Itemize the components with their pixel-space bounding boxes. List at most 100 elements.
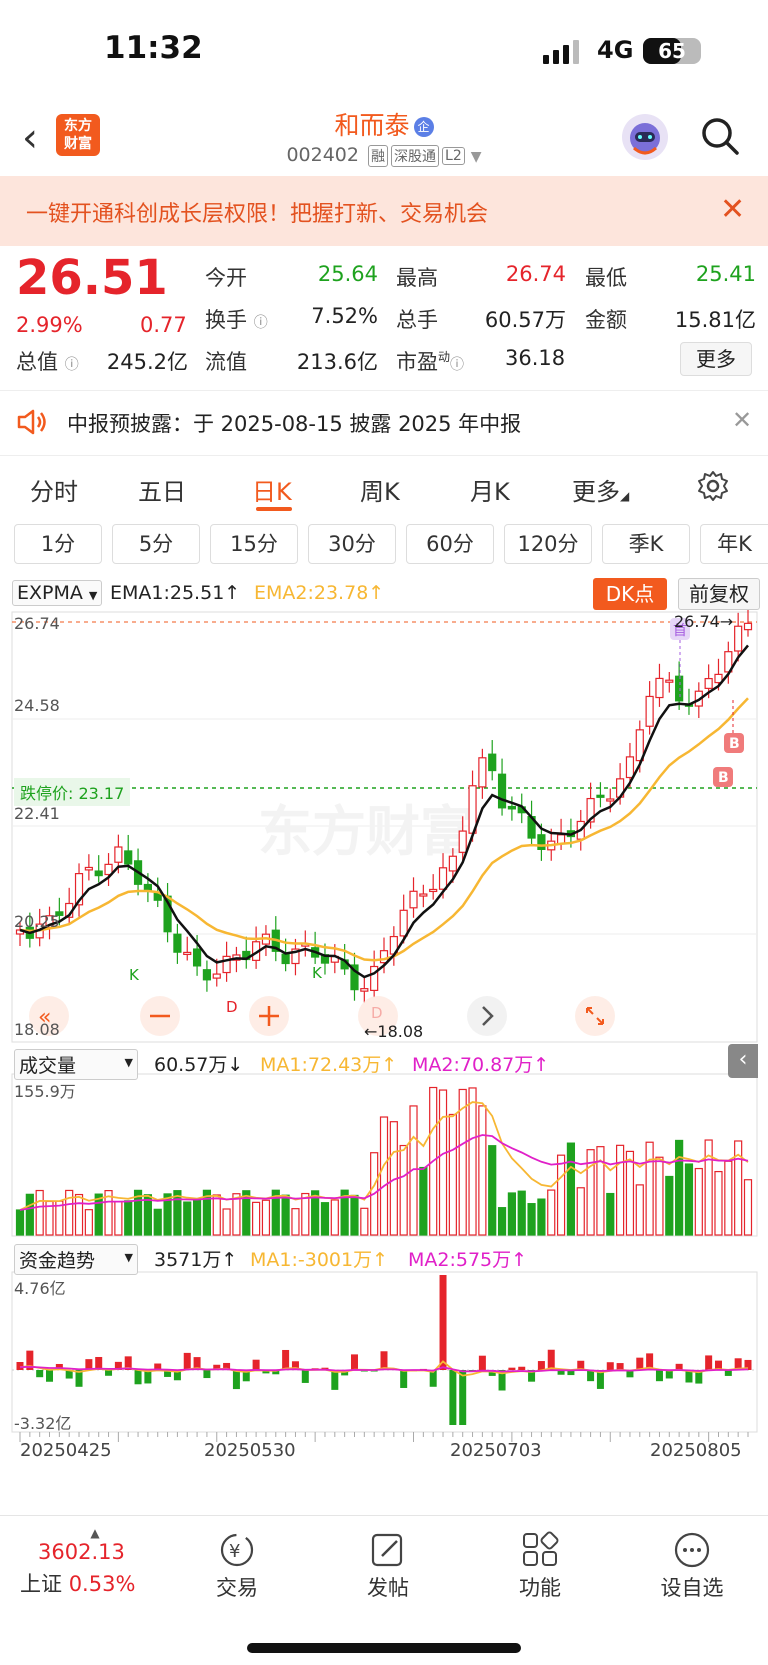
trade-icon[interactable]: ¥ <box>215 1530 259 1570</box>
fund-bar <box>459 1370 467 1425</box>
period-5min[interactable]: 5分 <box>112 524 200 564</box>
gear-icon[interactable] <box>697 470 729 502</box>
main-indicator-select[interactable]: EXPMA ▼ <box>12 580 103 606</box>
fund-bar <box>36 1370 44 1378</box>
fund-bar <box>183 1352 191 1370</box>
forward-adjust-button[interactable]: 前复权 <box>678 578 760 610</box>
fund-bar <box>547 1349 555 1370</box>
info-icon: ⓘ <box>64 357 79 373</box>
volume-bar <box>320 1202 330 1236</box>
speaker-icon <box>17 409 46 435</box>
fund-bar <box>400 1370 408 1388</box>
pe-label[interactable]: 市盈动ⓘ <box>396 346 464 376</box>
svg-text:B: B <box>718 770 729 786</box>
tab-monthly-k[interactable]: 月K <box>470 472 510 507</box>
volume-bar <box>350 1194 359 1236</box>
tab-weekly-k[interactable]: 周K <box>360 472 400 507</box>
volume-value: 60.57万 <box>484 308 566 332</box>
max-price-label: 26.74→ <box>674 612 734 631</box>
volume-bar <box>74 1193 84 1236</box>
tag-connect: 深股通 <box>391 144 440 167</box>
volume-bar <box>675 1139 684 1236</box>
close-icon[interactable]: ✕ <box>732 406 752 434</box>
volume-bar <box>743 1179 753 1236</box>
assistant-robot-icon[interactable] <box>622 114 668 160</box>
close-icon[interactable]: ✕ <box>720 192 745 227</box>
fund-indicator-select[interactable]: 资金趋势 ▼ <box>14 1244 138 1275</box>
candle-body <box>212 973 221 979</box>
svg-text:K: K <box>312 964 323 982</box>
tab-five-day[interactable]: 五日 <box>138 472 186 507</box>
notice-bar[interactable]: 中报预披露：于 2025-08-15 披露 2025 年中报 ✕ <box>0 392 768 452</box>
volume-ma2: MA2:70.87万↑ <box>412 1054 550 1076</box>
promo-banner[interactable]: 一键开通科创成长层权限！把握打新、交易机会 ✕ <box>0 176 768 246</box>
candle-body <box>537 834 546 850</box>
volume-bar <box>438 1089 448 1236</box>
fund-bar <box>105 1370 113 1376</box>
volume-bar <box>625 1150 635 1236</box>
candle-body <box>379 950 389 964</box>
volume-bar <box>124 1200 133 1236</box>
post-icon[interactable] <box>366 1530 410 1570</box>
date-ticks <box>19 1432 749 1442</box>
y-tick-min: 18.08 <box>14 1020 60 1039</box>
battery-level: 65 <box>658 39 686 63</box>
fund-bar <box>301 1370 309 1383</box>
min-price-label: ←18.08 <box>364 1022 424 1041</box>
candle-body <box>734 625 743 652</box>
volume-bar <box>517 1190 526 1236</box>
candle-body <box>458 830 467 853</box>
watchlist-icon[interactable] <box>670 1530 714 1570</box>
functions-icon[interactable] <box>518 1530 562 1570</box>
volume-bar <box>645 1141 654 1236</box>
volume-indicator-select[interactable]: 成交量 ▼ <box>14 1049 138 1080</box>
search-icon[interactable] <box>700 116 740 156</box>
volume-bar <box>281 1194 290 1236</box>
stock-name-text: 和而泰 <box>334 111 410 140</box>
period-quarterly[interactable]: 季K <box>602 524 690 564</box>
mktcap-label[interactable]: 总值 ⓘ <box>16 346 79 376</box>
period-1min[interactable]: 1分 <box>14 524 102 564</box>
candle-body <box>409 890 418 909</box>
ema1-value: EMA1:25.51↑ <box>110 582 241 604</box>
tab-daily-k[interactable]: 日K <box>252 472 292 507</box>
volume-ma1: MA1:72.43万↑ <box>260 1054 398 1076</box>
index-ticker[interactable]: ▲ 3602.13 上证 0.53% <box>20 1526 170 1598</box>
nav-trade-label[interactable]: 交易 <box>197 1572 277 1602</box>
volume-bar <box>556 1154 566 1236</box>
turnover-label[interactable]: 换手 ⓘ <box>205 304 268 334</box>
period-30min[interactable]: 30分 <box>308 524 396 564</box>
chevron-left-icon[interactable]: ‹ <box>728 1044 758 1078</box>
svg-text:B: B <box>729 736 740 752</box>
dk-point-button[interactable]: DK点 <box>593 578 667 610</box>
stock-header: ‹ 东方 财富 和而泰企 002402 融深股通 L2 ▼ <box>0 100 768 176</box>
nav-functions-label[interactable]: 功能 <box>500 1572 580 1602</box>
low-value: 25.41 <box>695 262 756 286</box>
amount-label: 金额 <box>585 308 627 332</box>
volume-bar <box>261 1199 271 1236</box>
tab-intraday[interactable]: 分时 <box>30 472 78 507</box>
triangle-up-icon: ▲ <box>90 1526 100 1540</box>
tab-more[interactable]: 更多◢ <box>572 472 629 507</box>
volume-bar <box>566 1142 576 1236</box>
fund-bar <box>134 1370 142 1385</box>
volume-max-label: 155.9万 <box>14 1082 76 1101</box>
info-icon: ⓘ <box>450 357 465 373</box>
period-60min[interactable]: 60分 <box>406 524 494 564</box>
amount-value: 15.81亿 <box>674 308 756 332</box>
stock-code: 002402 <box>286 144 359 166</box>
nav-watchlist-label[interactable]: 设自选 <box>652 1572 732 1602</box>
fund-bar <box>518 1366 526 1370</box>
candle-body <box>488 753 497 772</box>
volume-bar <box>212 1194 221 1236</box>
stock-detail-screen: 11:32 4G 65 ‹ 东方 财富 和而泰企 002402 融深股通 L2 ▼ <box>0 0 768 1665</box>
volume-bar <box>448 1113 457 1236</box>
period-15min[interactable]: 15分 <box>210 524 298 564</box>
period-120min[interactable]: 120分 <box>504 524 592 564</box>
period-yearly[interactable]: 年K <box>700 524 768 564</box>
volume-bar <box>15 1209 25 1236</box>
more-button[interactable]: 更多 <box>680 342 752 376</box>
nav-post-label[interactable]: 发帖 <box>348 1572 428 1602</box>
candle-body <box>625 756 635 779</box>
volume-bar <box>537 1198 546 1236</box>
